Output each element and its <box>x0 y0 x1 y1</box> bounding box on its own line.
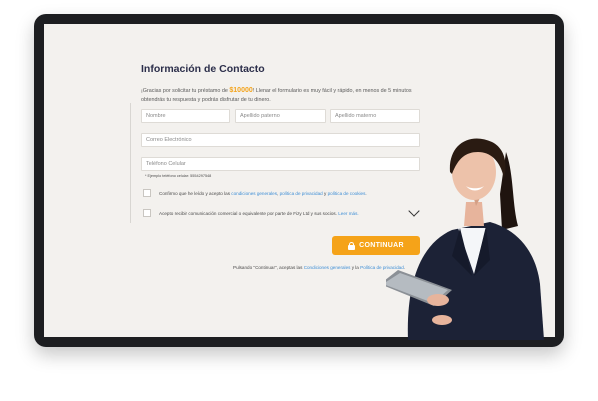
privacy-link[interactable]: política de privacidad <box>280 191 323 196</box>
terms-suffix: . <box>365 191 367 196</box>
marketing-checkbox[interactable] <box>143 209 151 217</box>
marketing-text: Acepto recibir comunicación comercial o … <box>159 211 339 216</box>
terms-checkbox[interactable] <box>143 189 151 197</box>
cookies-link[interactable]: política de cookies <box>328 191 366 196</box>
nombre-field[interactable] <box>141 109 230 123</box>
read-more-link[interactable]: Leer más. <box>338 211 358 216</box>
intro-before: ¡Gracias por solicitar tu préstamo de <box>141 88 230 95</box>
legal-text: Pulsando "Continuar", aceptas las Condic… <box>233 265 405 270</box>
lock-icon <box>348 241 356 250</box>
terms-consent-text: Confirmo que he leído y acepto las condi… <box>159 191 367 196</box>
terms-prefix: Confirmo que he leído y acepto las <box>159 191 232 196</box>
legal-prefix: Pulsando "Continuar", aceptas las <box>233 265 304 270</box>
apellido-paterno-field[interactable] <box>235 109 326 123</box>
email-field[interactable] <box>141 133 420 147</box>
loan-amount: $10000 <box>229 87 253 95</box>
page-title: Información de Contacto <box>141 63 265 75</box>
conditions-link[interactable]: condiciones generales <box>231 191 277 196</box>
legal-mid: y la <box>350 265 361 270</box>
businesswoman-photo <box>386 138 544 340</box>
phone-example-hint: * Ejemplo teléfono celular: 5554297548 <box>145 174 212 178</box>
intro-text: ¡Gracias por solicitar tu préstamo de $1… <box>141 87 416 104</box>
apellido-materno-field[interactable] <box>330 109 420 123</box>
phone-field[interactable] <box>141 157 420 171</box>
form-divider <box>130 103 131 223</box>
marketing-consent-text: Acepto recibir comunicación comercial o … <box>159 211 359 216</box>
legal-conditions-link[interactable]: Condiciones generales <box>304 265 351 270</box>
